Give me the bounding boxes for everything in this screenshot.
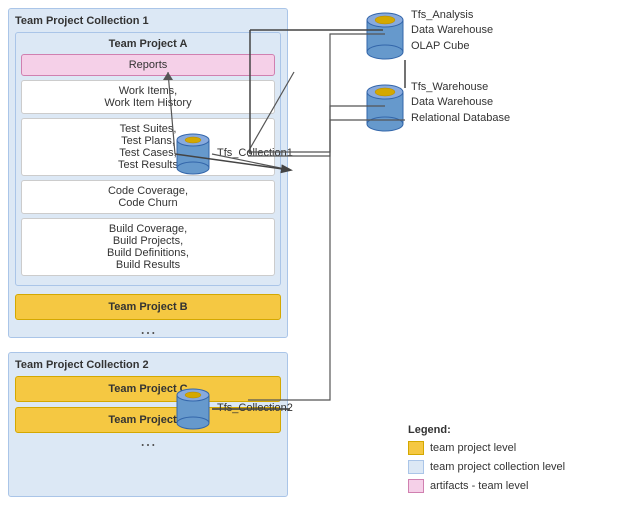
legend-label-blue: team project collection level [430, 461, 565, 473]
tfs-warehouse-group: Tfs_Warehouse Data Warehouse Relational … [365, 80, 510, 132]
legend-label-pink: artifacts - team level [430, 480, 528, 492]
tfs-analysis-group: Tfs_Analysis Data Warehouse OLAP Cube [365, 8, 493, 60]
tpc2-ellipsis: ⋯ [15, 438, 281, 454]
legend-color-pink [408, 479, 424, 493]
tfs-collection1-group: Tfs_Collection1 [175, 130, 293, 178]
tfs-collection2-label: Tfs_Collection2 [217, 401, 293, 416]
legend-item-pink: artifacts - team level [408, 479, 618, 493]
legend-item-orange: team project level [408, 441, 618, 455]
tfs-analysis-cylinder [365, 8, 405, 60]
tfs-collection1-label: Tfs_Collection1 [217, 146, 293, 161]
work-items-item: Work Items,Work Item History [21, 80, 275, 114]
tfs-collection1-cylinder [175, 130, 211, 178]
legend-label-orange: team project level [430, 442, 516, 454]
tpc1-label: Team Project Collection 1 [15, 15, 281, 27]
code-item: Code Coverage,Code Churn [21, 180, 275, 214]
legend-title: Legend: [408, 424, 451, 436]
tfs-warehouse-cylinder [365, 80, 405, 132]
tpc2-label: Team Project Collection 2 [15, 359, 281, 371]
legend-title-row: Legend: [408, 424, 618, 436]
reports-item: Reports [21, 54, 275, 76]
tfs-warehouse-label: Tfs_Warehouse Data Warehouse Relational … [411, 80, 510, 126]
build-item: Build Coverage,Build Projects,Build Defi… [21, 218, 275, 276]
legend: Legend: team project level team project … [398, 416, 628, 501]
tpa-label: Team Project A [21, 38, 275, 50]
tfs-collection2-group: Tfs_Collection2 [175, 385, 293, 433]
tfs-collection2-cylinder [175, 385, 211, 433]
tfs-analysis-label: Tfs_Analysis Data Warehouse OLAP Cube [411, 8, 493, 54]
team-project-b: Team Project B [15, 294, 281, 320]
legend-color-blue [408, 460, 424, 474]
tpc1-ellipsis: ⋯ [15, 326, 281, 342]
diagram-container: Team Project Collection 1 Team Project A… [0, 0, 638, 511]
legend-item-blue: team project collection level [408, 460, 618, 474]
legend-color-orange [408, 441, 424, 455]
